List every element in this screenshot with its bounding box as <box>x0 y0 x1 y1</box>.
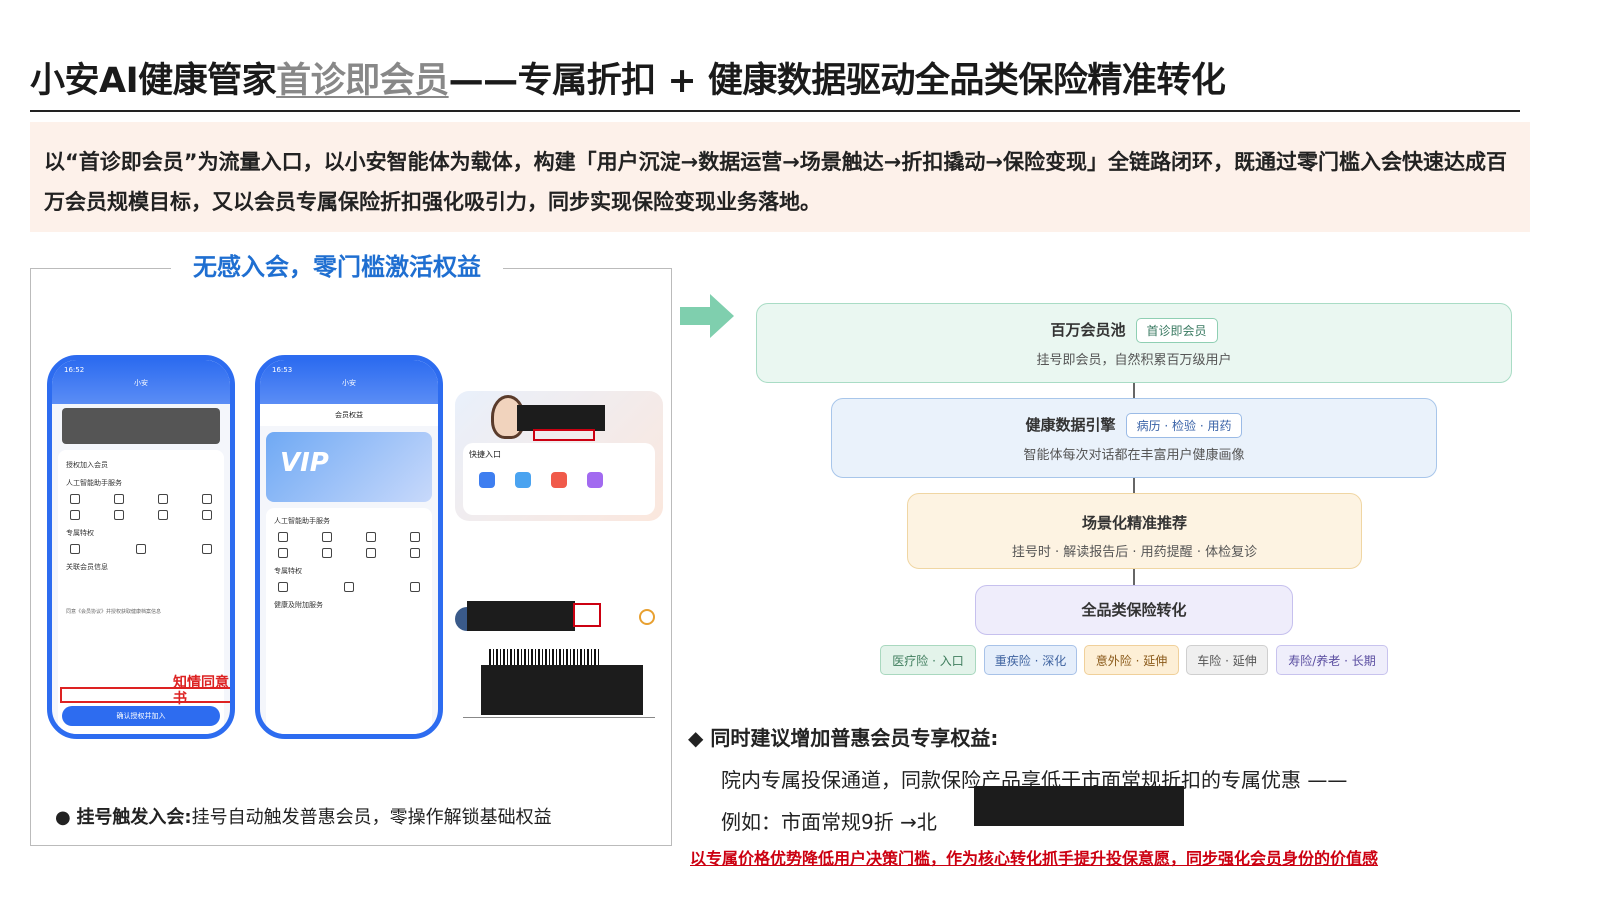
bullet-dot: ● <box>55 807 77 828</box>
highlight-box <box>573 603 601 627</box>
quick-entry-icon[interactable] <box>479 472 495 488</box>
redaction-block <box>467 601 575 631</box>
insurance-chip: 寿险/养老 · 长期 <box>1276 645 1388 675</box>
benefits-heading: 同时建议增加普惠会员专享权益: <box>710 726 999 750</box>
service-icon <box>366 532 376 542</box>
bullet-text: 挂号自动触发普惠会员，零操作解锁基础权益 <box>191 807 552 828</box>
section-ai-services: 人工智能助手服务 <box>274 517 330 525</box>
redaction-block <box>974 786 1184 826</box>
layer-subtitle: 挂号即会员，自然积累百万级用户 <box>1036 353 1232 368</box>
service-icon <box>366 548 376 558</box>
service-icon <box>158 510 168 520</box>
left-panel-caption: 无感入会，零门槛激活权益 <box>171 247 503 282</box>
section-privileges: 专属特权 <box>274 567 302 575</box>
arrow-right-icon <box>680 294 734 338</box>
conclusion-text: 以专属价格优势降低用户决策门槛，作为核心转化抓手提升投保意愿，同步强化会员身份的… <box>690 849 1379 868</box>
highlight-box <box>533 429 595 441</box>
flow-layer-scenario: 场景化精准推荐 挂号时 · 解读报告后 · 用药提醒 · 体检复诊 <box>907 493 1362 569</box>
join-header: 授权加入会员 <box>66 461 108 469</box>
benefits-list: 人工智能助手服务 专属特权 健康及附加服务 <box>266 508 432 734</box>
flow-layer-member-pool: 百万会员池 首诊即会员 挂号即会员，自然积累百万级用户 <box>756 303 1512 383</box>
quick-entry-icon[interactable] <box>587 472 603 488</box>
insurance-chip: 医疗险 · 入口 <box>880 645 976 675</box>
privilege-icon <box>70 544 80 554</box>
privilege-icon <box>278 582 288 592</box>
phone-time: 16:53 <box>272 366 293 374</box>
service-icon <box>322 532 332 542</box>
connector-line <box>1133 383 1135 399</box>
service-icon <box>158 494 168 504</box>
insurance-chip: 意外险 · 延伸 <box>1084 645 1179 675</box>
phone-screenshot-benefits: 16:53 小安 会员权益 VIP 人工智能助手服务 专属特权 健康及附加服务 <box>255 355 443 739</box>
consent-text: 同意《会员协议》并授权获取健康档案信息 <box>66 609 162 615</box>
left-panel: 无感入会，零门槛激活权益 16:52 小安 授权加入会员 人工智能助手服务 专属… <box>30 247 672 846</box>
phone-status-bar: 16:53 小安 <box>260 360 438 404</box>
layer-title: 场景化精准推荐 <box>1081 514 1187 532</box>
vip-card: VIP <box>266 432 432 502</box>
service-icon <box>114 510 124 520</box>
privilege-icon <box>136 544 146 554</box>
service-icon <box>278 548 288 558</box>
insurance-chip: 车险 · 延伸 <box>1186 645 1268 675</box>
divider <box>463 717 655 718</box>
redaction-block <box>481 665 643 715</box>
layer-title: 百万会员池 <box>1050 321 1126 339</box>
privilege-icon <box>202 544 212 554</box>
phone-app-title: 小安 <box>134 379 148 387</box>
quick-entry-icon[interactable] <box>515 472 531 488</box>
service-icon <box>322 548 332 558</box>
flow-layer-data-engine: 健康数据引擎 病历 · 检验 · 用药 智能体每次对话都在丰富用户健康画像 <box>831 398 1437 478</box>
phone-status-bar: 16:52 小安 <box>52 360 230 404</box>
informed-consent-label: 知情同意书 <box>173 675 229 707</box>
benefits-page-title: 会员权益 <box>260 404 438 426</box>
connector-line <box>1133 478 1135 494</box>
service-icon <box>410 532 420 542</box>
quick-entry-label: 快捷入口 <box>469 450 501 459</box>
layer-subtitle: 挂号时 · 解读报告后 · 用药提醒 · 体检复诊 <box>1011 545 1258 560</box>
flow-layer-insurance: 全品类保险转化 <box>975 585 1293 635</box>
phone-app-title: 小安 <box>342 379 356 387</box>
service-icon <box>278 532 288 542</box>
confirm-join-button[interactable]: 确认授权并加入 <box>62 706 220 726</box>
insurance-chip: 重疾险 · 深化 <box>984 645 1077 675</box>
bullet-auto-join: ● 挂号触发入会:挂号自动触发普惠会员，零操作解锁基础权益 <box>55 803 552 829</box>
connector-line <box>1133 569 1135 585</box>
privilege-icon <box>410 582 420 592</box>
layer-title: 全品类保险转化 <box>1081 601 1187 619</box>
badge-icon <box>639 609 655 625</box>
service-icon <box>202 510 212 520</box>
section-privileges: 专属特权 <box>66 529 94 537</box>
diamond-icon: ◆ <box>688 726 711 750</box>
phone-time: 16:52 <box>64 366 85 374</box>
blurred-banner <box>62 408 220 444</box>
service-icon <box>410 548 420 558</box>
page-title: 小安AI健康管家首诊即会员——专属折扣 + 健康数据驱动全品类保险精准转化 <box>30 52 1520 112</box>
section-ai-services: 人工智能助手服务 <box>66 479 122 487</box>
title-part2: ——专属折扣 + 健康数据驱动全品类保险精准转化 <box>448 61 1226 101</box>
service-icon <box>202 494 212 504</box>
quick-entry-icon[interactable] <box>551 472 567 488</box>
intro-paragraph: 以“首诊即会员”为流量入口，以小安智能体为载体，构建「用户沉淀→数据运营→场景触… <box>30 122 1530 232</box>
privilege-icon <box>344 582 354 592</box>
quick-entry-panel: 快捷入口 <box>463 443 655 515</box>
title-highlight: 首诊即会员 <box>276 61 449 101</box>
section-health-services: 健康及附加服务 <box>274 601 323 609</box>
layer-title: 健康数据引擎 <box>1025 416 1116 434</box>
service-icon <box>70 510 80 520</box>
redaction-block <box>517 405 605 431</box>
section-member-info: 关联会员信息 <box>66 563 108 571</box>
bullet-bold: 挂号触发入会: <box>76 807 192 828</box>
layer-tag: 首诊即会员 <box>1135 318 1218 343</box>
service-icon <box>114 494 124 504</box>
service-icon <box>70 494 80 504</box>
layer-tag: 病历 · 检验 · 用药 <box>1125 413 1243 438</box>
layer-subtitle: 智能体每次对话都在丰富用户健康画像 <box>1023 448 1245 463</box>
title-part1: 小安AI健康管家 <box>30 61 277 101</box>
